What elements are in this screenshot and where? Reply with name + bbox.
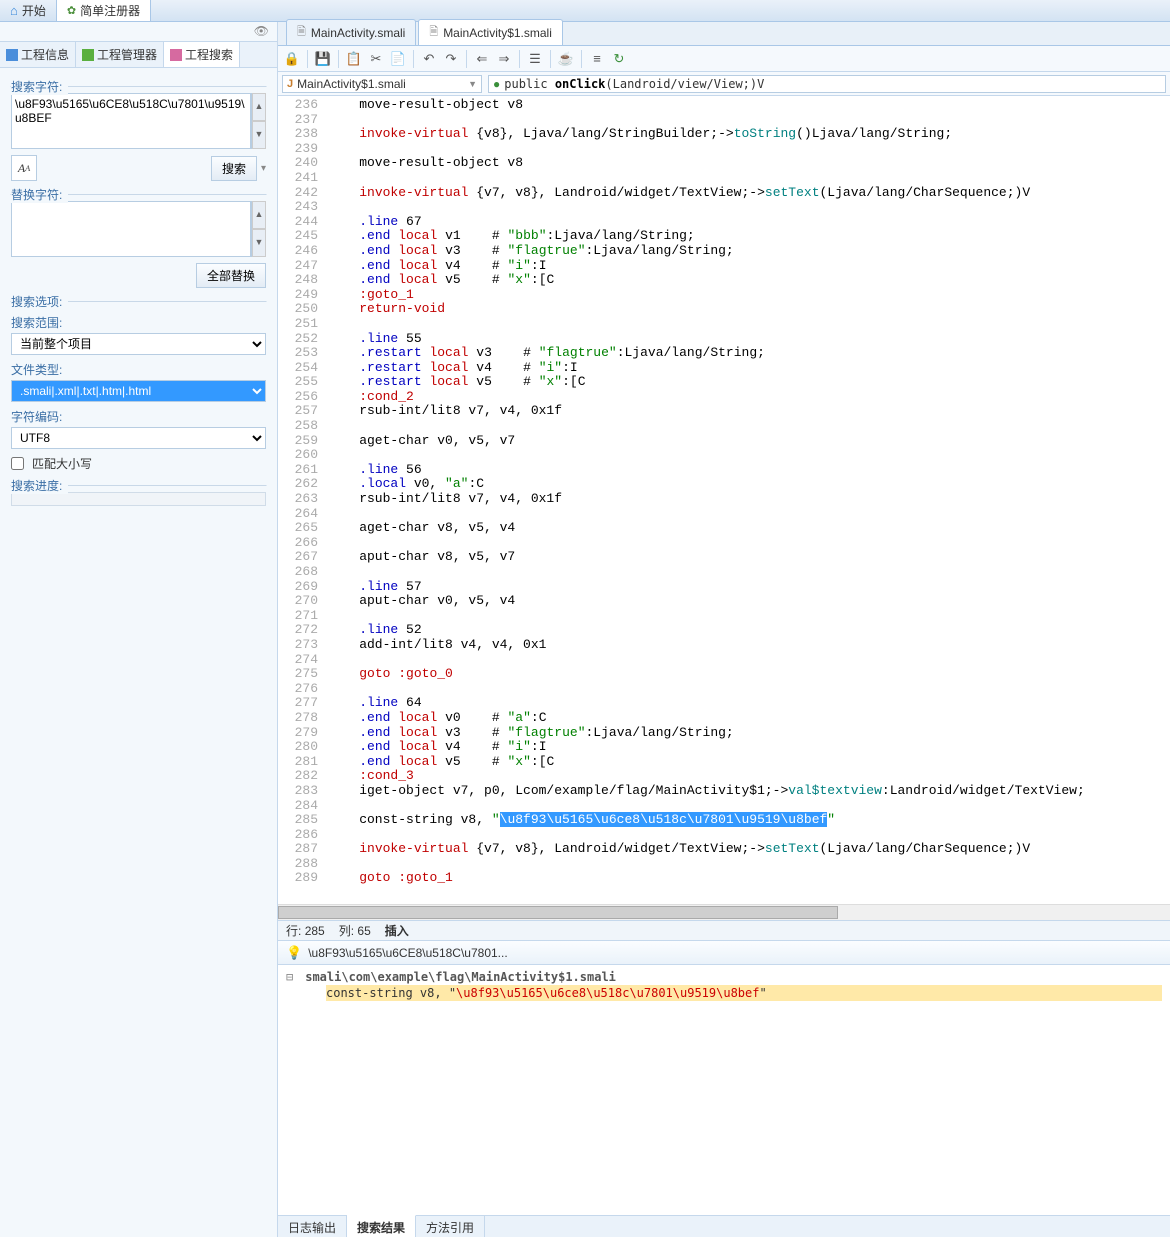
results-header: 💡 \u8F93\u5165\u6CE8\u518C\u7801... — [278, 941, 1170, 965]
progress-bar — [11, 492, 266, 506]
bottom-tab-results[interactable]: 搜索结果 — [347, 1215, 416, 1237]
line-gutter: 236 237 238 239 240 241 242 243 244 245 … — [278, 96, 324, 904]
file-icon: 🗎 — [429, 23, 438, 42]
scope-select[interactable]: 当前整个项目 — [11, 333, 266, 355]
code-content[interactable]: move-result-object v8 invoke-virtual {v8… — [324, 96, 1170, 904]
signature-combo[interactable]: ● public onClick(Landroid/view/View;)V — [488, 75, 1166, 93]
j-icon: J — [287, 78, 293, 90]
sidebar-tab-search[interactable]: 工程搜索 — [164, 42, 240, 67]
undo-icon[interactable]: ↶ — [419, 49, 439, 69]
scroll-up-icon[interactable]: ▲ — [252, 93, 266, 121]
bottom-tab-methods[interactable]: 方法引用 — [416, 1216, 485, 1237]
search-button[interactable]: 搜索 — [211, 156, 257, 181]
search-chars-label: 搜索字符: — [11, 78, 68, 95]
bulb-icon: 💡 — [286, 945, 302, 961]
sidebar-tab-manager[interactable]: 工程管理器 — [76, 42, 164, 67]
search-icon — [170, 49, 182, 61]
search-options-label: 搜索选项: — [11, 293, 68, 310]
method-icon: ● — [493, 77, 500, 91]
scroll-down-icon[interactable]: ▼ — [252, 121, 266, 149]
sidebar-tab-info[interactable]: 工程信息 — [0, 42, 76, 67]
font-options-button[interactable]: AA — [11, 155, 37, 181]
scroll-thumb[interactable] — [278, 906, 838, 919]
search-query-input[interactable]: \u8F93\u5165\u6CE8\u518C\u7801\u9519\u8B… — [11, 93, 251, 149]
replace-scroller[interactable]: ▲ ▼ — [251, 201, 266, 257]
paste-icon[interactable]: 📄 — [388, 49, 408, 69]
register-tab[interactable]: ✿ 简单注册器 — [57, 0, 151, 21]
replace-input[interactable] — [11, 201, 251, 257]
forward-icon[interactable]: ⇒ — [494, 49, 514, 69]
filetype-select[interactable]: .smali|.xml|.txt|.htm|.html — [11, 380, 266, 402]
scroll-up-icon[interactable]: ▲ — [252, 201, 266, 229]
file-tab-1[interactable]: 🗎 MainActivity.smali — [286, 19, 416, 45]
save-icon[interactable]: 💾 — [313, 49, 333, 69]
editor-toolbar: 🔒 💾 📋 ✂ 📄 ↶ ↷ ⇐ ⇒ ☰ ☕ ≡ ↻ — [278, 46, 1170, 72]
search-scroller[interactable]: ▲ ▼ — [251, 93, 266, 149]
list-icon[interactable]: ≡ — [587, 49, 607, 69]
chevron-down-icon: ▼ — [468, 79, 477, 89]
scroll-down-icon[interactable]: ▼ — [252, 229, 266, 257]
encoding-select[interactable]: UTF8 — [11, 427, 266, 449]
refresh-icon[interactable]: ↻ — [609, 49, 629, 69]
result-line[interactable]: const-string v8, "\u8f93\u5165\u6ce8\u51… — [326, 985, 1162, 1001]
info-icon — [6, 49, 18, 61]
encoding-label: 字符编码: — [11, 408, 266, 425]
bottom-tab-log[interactable]: 日志输出 — [278, 1216, 347, 1237]
redo-icon[interactable]: ↷ — [441, 49, 461, 69]
file-tab-2[interactable]: 🗎 MainActivity$1.smali — [418, 19, 563, 45]
sidebar-header: 👁 — [0, 22, 277, 42]
horizontal-scrollbar[interactable] — [278, 904, 1170, 920]
file-icon: 🗎 — [297, 23, 306, 42]
result-file-path[interactable]: smali\com\example\flag\MainActivity$1.sm… — [305, 970, 616, 984]
filetype-label: 文件类型: — [11, 361, 266, 378]
java-icon[interactable]: ☕ — [556, 49, 576, 69]
status-bar: 行: 285 列: 65 插入 — [278, 920, 1170, 940]
matchcase-label: 匹配大小写 — [32, 455, 92, 472]
manager-icon — [82, 49, 94, 61]
results-title: \u8F93\u5165\u6CE8\u518C\u7801... — [308, 946, 508, 960]
cut-icon[interactable]: ✂ — [366, 49, 386, 69]
dropdown-icon[interactable]: ▾ — [261, 163, 266, 174]
replace-all-button[interactable]: 全部替换 — [196, 263, 266, 288]
start-tab[interactable]: ⌂ 开始 — [0, 0, 57, 21]
back-icon[interactable]: ⇐ — [472, 49, 492, 69]
tree-collapse-icon[interactable]: ⊟ — [286, 970, 298, 984]
home-icon: ⌂ — [10, 3, 18, 18]
gear-icon: ✿ — [67, 4, 76, 17]
eye-icon[interactable]: 👁 — [254, 24, 269, 38]
file-combo[interactable]: J MainActivity$1.smali ▼ — [282, 75, 482, 93]
progress-label: 搜索进度: — [11, 477, 68, 494]
copy-icon[interactable]: 📋 — [344, 49, 364, 69]
scope-label: 搜索范围: — [11, 314, 266, 331]
indent-icon[interactable]: ☰ — [525, 49, 545, 69]
matchcase-checkbox[interactable] — [11, 457, 24, 470]
register-label: 简单注册器 — [80, 2, 140, 19]
lock-icon[interactable]: 🔒 — [282, 49, 302, 69]
replace-chars-label: 替换字符: — [11, 186, 68, 203]
start-label: 开始 — [22, 2, 46, 19]
code-editor[interactable]: 236 237 238 239 240 241 242 243 244 245 … — [278, 96, 1170, 904]
results-tree[interactable]: ⊟ smali\com\example\flag\MainActivity$1.… — [278, 965, 1170, 1215]
